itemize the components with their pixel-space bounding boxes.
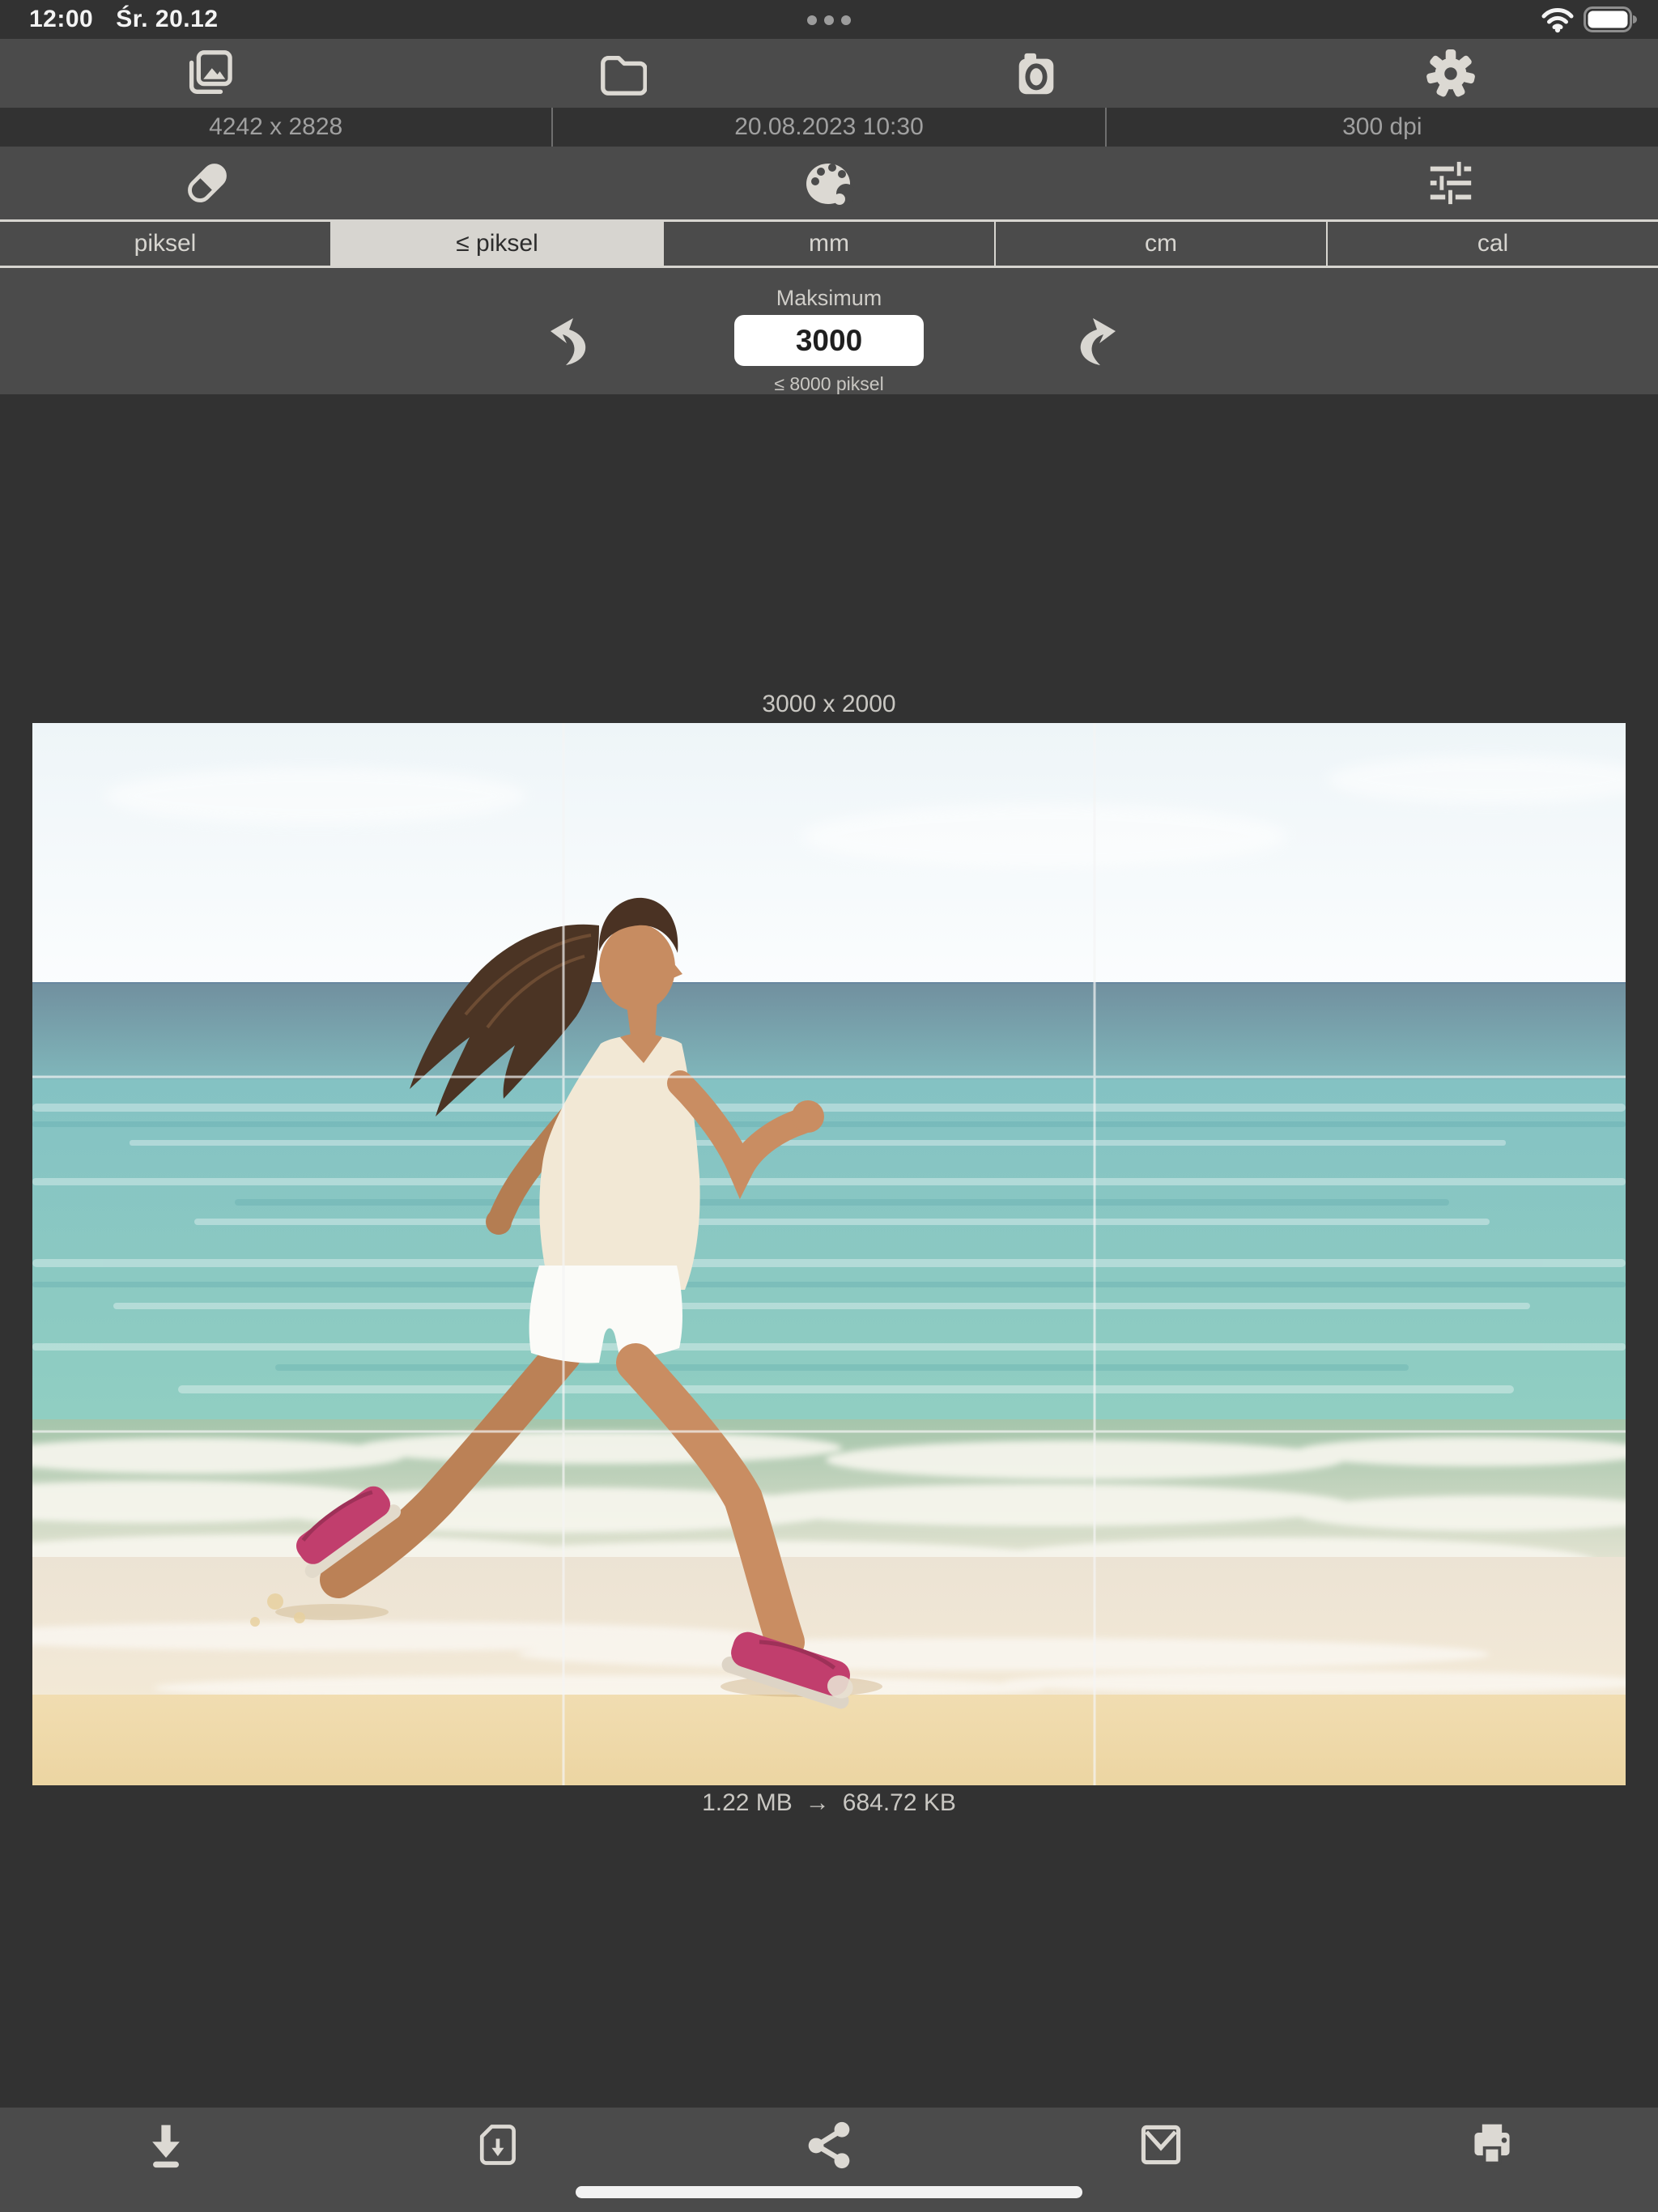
file-download-icon [473,2121,521,2169]
folder-icon [597,49,647,99]
status-bar: 12:00 Śr. 20.12 [0,0,1658,39]
undo-button[interactable] [541,314,593,366]
edit-toolbar [0,147,1658,219]
redo-icon [1073,314,1125,366]
unit-tab-bar: piksel ≤ piksel mm cm cal [0,219,1658,268]
image-info-bar: 4242 x 2828 20.08.2023 10:30 300 dpi [0,108,1658,147]
tab-unit-cal[interactable]: cal [1328,222,1658,266]
palette-icon [803,157,855,209]
file-size-after: 684.72 KB [843,1789,956,1816]
multitasking-dots-icon [807,15,851,25]
save-button[interactable] [0,2108,332,2212]
image-preview[interactable] [32,723,1626,1785]
camera-button[interactable] [829,39,1244,108]
info-resolution: 300 dpi [1107,108,1658,147]
result-dimensions-label: 3000 x 2000 [0,691,1658,718]
resize-control-panel: Maksimum ≤ 8000 piksel [0,268,1658,394]
info-datetime: 20.08.2023 10:30 [553,108,1106,147]
status-time: 12:00 [29,6,93,33]
share-nodes-icon [805,2121,853,2169]
redo-button[interactable] [1073,314,1125,366]
tab-unit-cm[interactable]: cm [996,222,1328,266]
gear-icon [1426,49,1476,99]
home-indicator[interactable] [576,2186,1082,2198]
file-size-arrow: → [806,1789,830,1816]
tab-unit-piksel[interactable]: piksel [0,222,332,266]
photo-library-icon [182,49,232,99]
printer-icon [1468,2121,1516,2169]
camera-icon [1011,49,1061,99]
source-toolbar [0,39,1658,108]
color-button[interactable] [748,147,910,219]
file-size-before: 1.22 MB [702,1789,793,1816]
info-dimensions: 4242 x 2828 [0,108,553,147]
tune-sliders-icon [1426,158,1476,208]
max-dimension-input[interactable] [734,315,924,366]
maximum-label: Maksimum [0,286,1658,311]
mail-icon [1137,2121,1185,2169]
photo-library-button[interactable] [0,39,414,108]
tab-unit-max-piksel[interactable]: ≤ piksel [332,222,664,266]
adjustments-button[interactable] [1370,147,1532,219]
download-icon [142,2121,190,2169]
clear-button[interactable] [126,147,288,219]
tab-unit-mm[interactable]: mm [664,222,996,266]
file-size-label: 1.22 MB → 684.72 KB [0,1789,1658,1817]
eraser-icon [182,158,232,208]
status-date: Śr. 20.12 [116,6,218,33]
max-limit-hint: ≤ 8000 piksel [0,373,1658,395]
files-button[interactable] [414,39,829,108]
print-button[interactable] [1326,2108,1658,2212]
wifi-icon [1541,6,1574,33]
battery-icon [1584,6,1637,32]
undo-icon [541,314,593,366]
settings-button[interactable] [1244,39,1658,108]
